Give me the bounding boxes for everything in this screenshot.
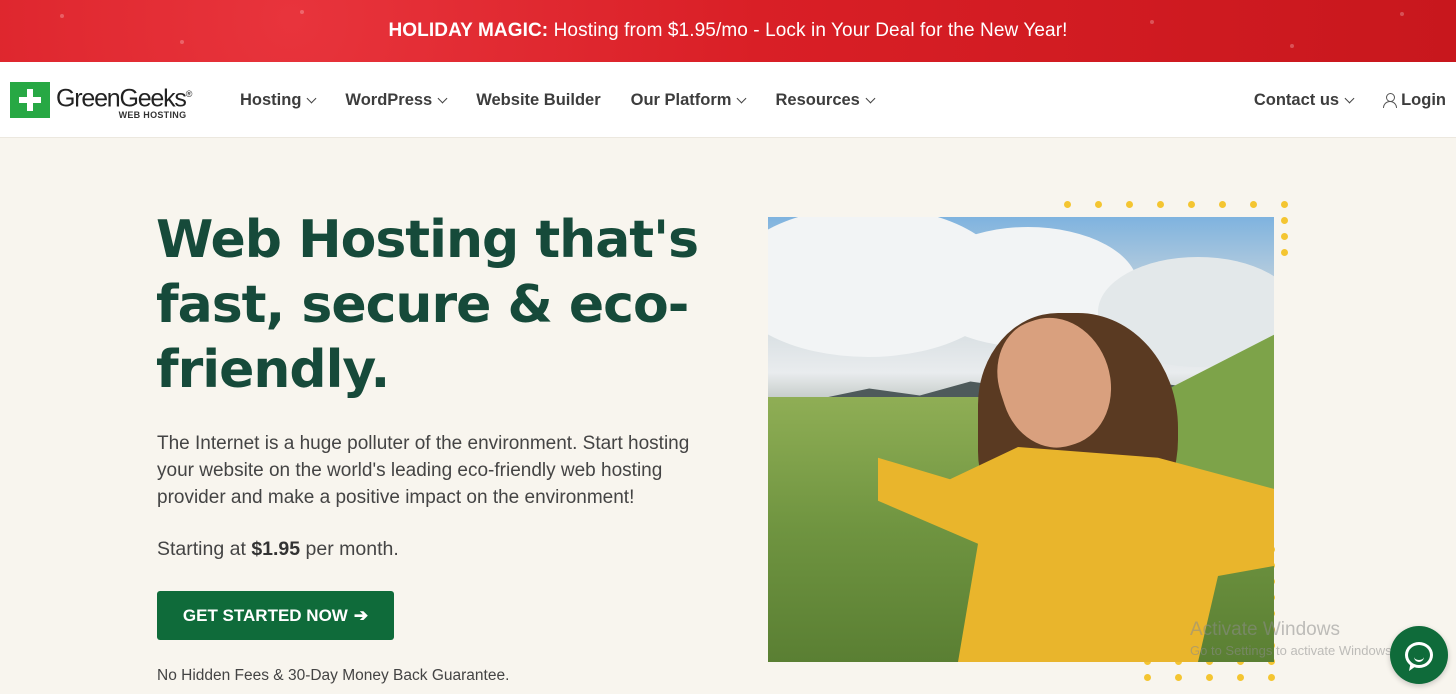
price-prefix: Starting at [157, 538, 252, 560]
logo-wordmark: GreenGeeks® WEB HOSTING [56, 82, 193, 121]
main-nav: Hosting WordPress Website Builder Our Pl… [240, 62, 904, 138]
site-header: GreenGeeks® WEB HOSTING Hosting WordPres… [0, 62, 1456, 138]
hero-heading: Web Hosting that's fast, secure & eco- f… [156, 208, 716, 403]
nav-item-label: Resources [775, 90, 860, 109]
decorative-dot [1281, 201, 1288, 208]
hero-heading-line: Web Hosting that's [156, 210, 699, 270]
green-plus-logo-icon [10, 82, 50, 118]
greengeeks-logo[interactable]: GreenGeeks® WEB HOSTING [10, 82, 192, 120]
price-suffix: per month. [300, 538, 399, 560]
header-actions: Contact us Login [1254, 62, 1446, 138]
decorative-dot [1126, 201, 1133, 208]
contact-us-label: Contact us [1253, 90, 1340, 109]
user-icon [1383, 92, 1398, 108]
promo-banner[interactable]: HOLIDAY MAGIC: Hosting from $1.95/mo - L… [0, 0, 1456, 62]
nav-item-our-platform[interactable]: Our Platform [630, 90, 747, 110]
decorative-dot [1064, 201, 1071, 208]
nav-item-label: Hosting [240, 90, 302, 109]
watermark-title: Activate Windows [1190, 619, 1340, 640]
hero-heading-line: friendly. [156, 340, 390, 400]
decorative-dot [1095, 201, 1102, 208]
promo-highlight: HOLIDAY MAGIC: [388, 20, 549, 41]
hero-photo [768, 217, 1274, 662]
nav-item-wordpress[interactable]: WordPress [345, 90, 448, 110]
decorative-dot [1281, 249, 1288, 256]
guarantee-text: No Hidden Fees & 30-Day Money Back Guara… [157, 667, 510, 684]
decorative-dot [1188, 201, 1195, 208]
decorative-dot [1144, 674, 1151, 681]
chevron-down-icon [437, 93, 448, 103]
chevron-down-icon [737, 93, 747, 103]
login-label: Login [1401, 90, 1446, 109]
nav-item-website-builder[interactable]: Website Builder [476, 91, 600, 110]
chat-button[interactable] [1390, 626, 1448, 684]
decorative-dot [1237, 674, 1244, 681]
arrow-right-icon: ➔ [353, 605, 369, 625]
price-value: $1.95 [251, 538, 301, 560]
nav-item-label: WordPress [345, 90, 433, 109]
hero-description: The Internet is a huge polluter of the e… [157, 433, 690, 508]
decorative-dot [1219, 201, 1226, 208]
logo-registered-mark: ® [185, 89, 193, 99]
decorative-dot [1268, 674, 1275, 681]
login-link[interactable]: Login [1383, 91, 1446, 110]
nav-item-hosting[interactable]: Hosting [240, 90, 317, 110]
logo-name-text: GreenGeeks [56, 84, 187, 113]
decorative-dot [1175, 674, 1182, 681]
decorative-dot [1250, 201, 1257, 208]
decorative-dot [1157, 201, 1164, 208]
decorative-dot [1281, 217, 1288, 224]
get-started-button[interactable]: GET STARTED NOW ➔ [157, 591, 394, 640]
promo-message: Hosting from $1.95/mo - Lock in Your Dea… [548, 20, 1068, 41]
chevron-down-icon [865, 93, 876, 103]
watermark-subtitle: Go to Settings to activate Windows. [1190, 643, 1396, 658]
chevron-down-icon [306, 93, 317, 103]
decorative-dot [1206, 674, 1213, 681]
nav-item-label: Our Platform [630, 90, 732, 109]
promo-text: HOLIDAY MAGIC: Hosting from $1.95/mo - L… [388, 20, 1067, 42]
starting-price: Starting at $1.95 per month. [157, 538, 399, 561]
contact-us-menu[interactable]: Contact us [1253, 90, 1355, 110]
nav-item-label: Website Builder [476, 90, 601, 109]
nav-item-resources[interactable]: Resources [775, 90, 876, 110]
logo-name: GreenGeeks® [56, 82, 193, 113]
decorative-dot [1281, 233, 1288, 240]
hero-heading-line: fast, secure & eco- [156, 275, 689, 335]
get-started-label: GET STARTED NOW [182, 605, 348, 625]
chevron-down-icon [1344, 93, 1355, 103]
chat-bubble-icon [1405, 642, 1433, 668]
logo-subtitle: WEB HOSTING [118, 110, 187, 121]
activate-windows-watermark: Activate Windows Go to Settings to activ… [1190, 619, 1395, 658]
